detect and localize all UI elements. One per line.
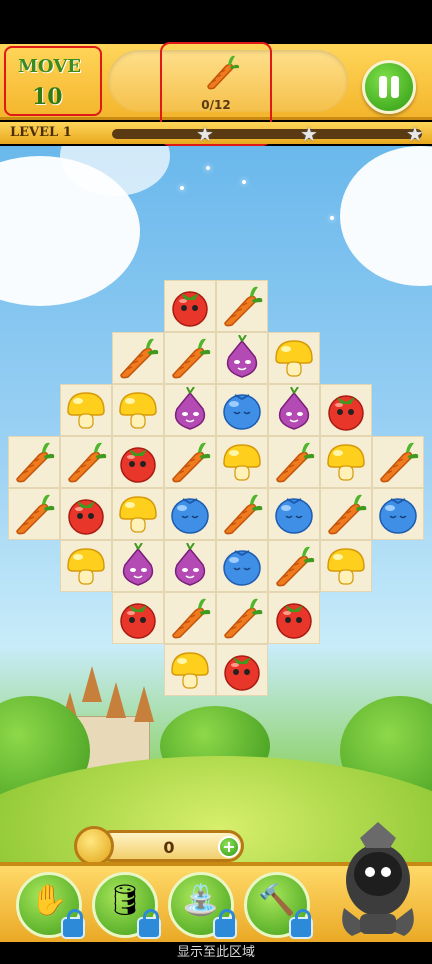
tomato-piece[interactable] <box>216 644 268 696</box>
level-progress-track: ★ ★ ★ <box>112 124 424 144</box>
mushroom-piece[interactable] <box>216 436 268 488</box>
tomato-piece[interactable] <box>60 488 112 540</box>
carrot-piece[interactable] <box>320 488 372 540</box>
lock-icon <box>213 909 237 939</box>
status-bar <box>0 0 432 44</box>
knight-character <box>342 822 414 936</box>
blueberry-piece[interactable] <box>372 488 424 540</box>
carrot-piece[interactable] <box>216 280 268 332</box>
level-bar: LEVEL 1 ★ ★ ★ <box>0 122 432 144</box>
blueberry-piece[interactable] <box>268 488 320 540</box>
blueberry-piece[interactable] <box>216 540 268 592</box>
mushroom-piece[interactable] <box>320 436 372 488</box>
sparkle <box>330 216 334 220</box>
move-value: 10 <box>32 84 63 110</box>
level-label: LEVEL 1 <box>10 125 72 140</box>
blueberry-piece[interactable] <box>164 488 216 540</box>
onion-piece[interactable] <box>216 332 268 384</box>
star-icon: ★ <box>406 122 424 146</box>
carrot-piece[interactable] <box>268 436 320 488</box>
blueberry-piece[interactable] <box>216 384 268 436</box>
sparkle <box>242 180 246 184</box>
sparkle <box>180 186 184 190</box>
tomato-piece[interactable] <box>112 436 164 488</box>
game-header: MOVE 10 0/12 <box>0 42 432 146</box>
move-counter: MOVE 10 <box>4 46 102 116</box>
carrot-piece[interactable] <box>164 436 216 488</box>
navigation-hint: 显示至此区域 <box>0 942 432 964</box>
mushroom-piece[interactable] <box>164 644 216 696</box>
coin-value: 0 <box>163 838 175 857</box>
lock-icon <box>137 909 161 939</box>
lock-icon <box>61 909 85 939</box>
carrot-piece[interactable] <box>216 592 268 644</box>
castle-roof <box>134 686 154 722</box>
barrel-booster-button[interactable]: 🛢 <box>92 872 161 939</box>
carrot-piece[interactable] <box>164 332 216 384</box>
goal-count: 0/12 <box>201 98 231 112</box>
tomato-piece[interactable] <box>320 384 372 436</box>
mushroom-piece[interactable] <box>112 384 164 436</box>
carrot-piece[interactable] <box>60 436 112 488</box>
onion-piece[interactable] <box>164 384 216 436</box>
carrot-piece[interactable] <box>268 540 320 592</box>
move-label: MOVE <box>18 56 81 77</box>
pause-button[interactable] <box>362 60 416 114</box>
mushroom-piece[interactable] <box>60 384 112 436</box>
mushroom-piece[interactable] <box>112 488 164 540</box>
carrot-piece[interactable] <box>112 332 164 384</box>
mushroom-piece[interactable] <box>320 540 372 592</box>
sparkle <box>206 166 210 170</box>
star-icon: ★ <box>300 122 318 146</box>
castle-roof <box>82 666 102 702</box>
hammer-booster-button[interactable]: 🔨 <box>244 872 313 939</box>
carrot-piece[interactable] <box>8 436 60 488</box>
onion-piece[interactable] <box>164 540 216 592</box>
mushroom-piece[interactable] <box>60 540 112 592</box>
onion-piece[interactable] <box>268 384 320 436</box>
add-coins-button[interactable]: + <box>218 836 240 858</box>
tomato-piece[interactable] <box>268 592 320 644</box>
mushroom-piece[interactable] <box>268 332 320 384</box>
carrot-icon <box>207 55 240 90</box>
onion-piece[interactable] <box>112 540 164 592</box>
glove-booster-button[interactable]: ✋ <box>16 872 85 939</box>
carrot-piece[interactable] <box>216 488 268 540</box>
carrot-piece[interactable] <box>164 592 216 644</box>
lock-icon <box>289 909 313 939</box>
cloud <box>340 146 432 286</box>
star-icon: ★ <box>196 122 214 146</box>
tomato-piece[interactable] <box>112 592 164 644</box>
coin-icon <box>74 826 114 866</box>
castle-roof <box>106 682 126 718</box>
watering-can-booster-button[interactable]: ⛲ <box>168 872 237 939</box>
carrot-piece[interactable] <box>372 436 424 488</box>
carrot-piece[interactable] <box>8 488 60 540</box>
tomato-piece[interactable] <box>164 280 216 332</box>
